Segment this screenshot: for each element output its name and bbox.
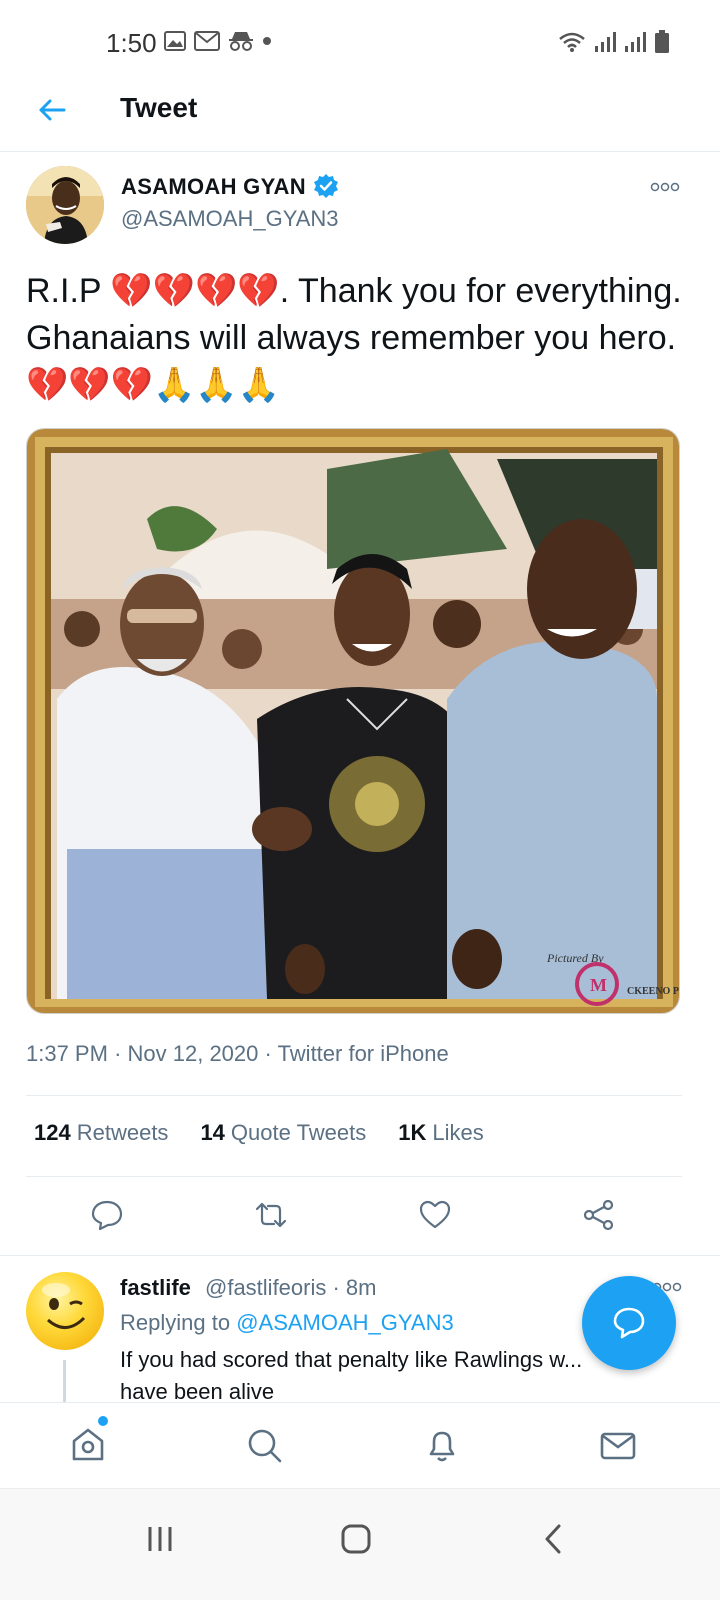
home-button-icon[interactable]: [336, 1519, 376, 1559]
author-handle[interactable]: @ASAMOAH_GYAN3: [121, 206, 339, 232]
retweets-stat[interactable]: 124 Retweets: [34, 1120, 168, 1146]
wifi-icon: [559, 32, 585, 52]
more-options-icon[interactable]: [650, 182, 680, 192]
reply-author-handle[interactable]: @fastlifeoris · 8m: [205, 1275, 376, 1301]
tweet-source[interactable]: Twitter for iPhone: [278, 1041, 449, 1066]
incognito-icon: [229, 32, 253, 51]
status-time: 1:50: [106, 28, 157, 58]
replying-prefix: Replying to: [120, 1310, 237, 1335]
photo-watermark-name: CKEENO P: [627, 986, 679, 997]
broken-heart-emoji: 💔💔💔: [26, 365, 154, 405]
signal-icon: [595, 32, 616, 52]
back-arrow-icon[interactable]: [34, 92, 70, 128]
reply-avatar[interactable]: [26, 1272, 104, 1350]
bottom-navigation: [0, 1402, 720, 1488]
reply-thread-line: [63, 1360, 66, 1402]
compose-reply-button[interactable]: [582, 1276, 676, 1370]
verified-badge-icon: [314, 174, 338, 198]
home-notification-dot: [98, 1416, 108, 1426]
system-navigation-bar: [0, 1488, 720, 1600]
reply-author-name[interactable]: fastlife: [120, 1275, 191, 1301]
retweet-icon[interactable]: [254, 1198, 288, 1232]
tweet-metadata: 1:37 PM · Nov 12, 2020 · Twitter for iPh…: [26, 1041, 449, 1066]
notifications-icon[interactable]: [422, 1425, 462, 1465]
divider: [26, 1176, 682, 1177]
quote-tweets-stat[interactable]: 14 Quote Tweets: [200, 1120, 366, 1146]
author-name[interactable]: ASAMOAH GYAN: [121, 174, 306, 200]
search-icon[interactable]: [244, 1425, 284, 1465]
retweets-label: Retweets: [76, 1120, 169, 1145]
home-icon[interactable]: [68, 1425, 108, 1465]
tweet-text-part: R.I.P: [26, 272, 111, 310]
tweet-stats: 124 Retweets 14 Quote Tweets 1K Likes: [34, 1120, 484, 1146]
replying-to: Replying to @ASAMOAH_GYAN3: [120, 1310, 454, 1336]
quotes-count: 14: [200, 1120, 225, 1145]
status-system-icons: [558, 30, 670, 54]
divider: [0, 1255, 720, 1256]
likes-label: Likes: [432, 1120, 484, 1145]
share-icon[interactable]: [582, 1198, 616, 1232]
retweets-count: 124: [34, 1120, 71, 1145]
tweet-date: Nov 12, 2020: [127, 1041, 259, 1066]
reply-text: If you had scored that penalty like Rawl…: [120, 1347, 583, 1404]
battery-icon: [655, 30, 669, 53]
page-title: Tweet: [120, 92, 198, 123]
divider: [26, 1095, 682, 1096]
tweet-actions: [0, 1190, 720, 1242]
tweet-time: 1:37 PM: [26, 1041, 108, 1066]
recent-apps-icon[interactable]: [140, 1519, 180, 1559]
svg-text:M: M: [590, 975, 607, 995]
signal-icon: [625, 32, 646, 52]
dot-icon: [263, 37, 271, 45]
tweet-text: R.I.P 💔💔💔💔. Thank you for everything. Gh…: [26, 268, 686, 409]
status-notification-icons: [164, 30, 272, 52]
compose-reply-icon: [613, 1307, 645, 1339]
likes-count: 1K: [398, 1120, 427, 1145]
likes-stat[interactable]: 1K Likes: [398, 1120, 483, 1146]
system-back-icon[interactable]: [534, 1519, 574, 1559]
image-icon: [164, 31, 186, 51]
messages-icon[interactable]: [598, 1425, 638, 1465]
tweet-photo[interactable]: Pictured By M CKEENO P: [26, 428, 680, 1014]
broken-heart-emoji: 💔💔💔💔: [110, 271, 280, 311]
replying-to-handle[interactable]: @ASAMOAH_GYAN3: [236, 1310, 454, 1335]
praying-hands-emoji: 🙏🙏🙏: [153, 365, 281, 405]
author-avatar[interactable]: [26, 166, 104, 244]
like-heart-icon[interactable]: [418, 1198, 452, 1232]
gmail-icon: [194, 31, 220, 51]
app-bar: Tweet: [0, 86, 720, 152]
reply-icon[interactable]: [90, 1198, 124, 1232]
quotes-label: Quote Tweets: [230, 1120, 367, 1145]
status-bar: 1:50: [0, 0, 720, 86]
